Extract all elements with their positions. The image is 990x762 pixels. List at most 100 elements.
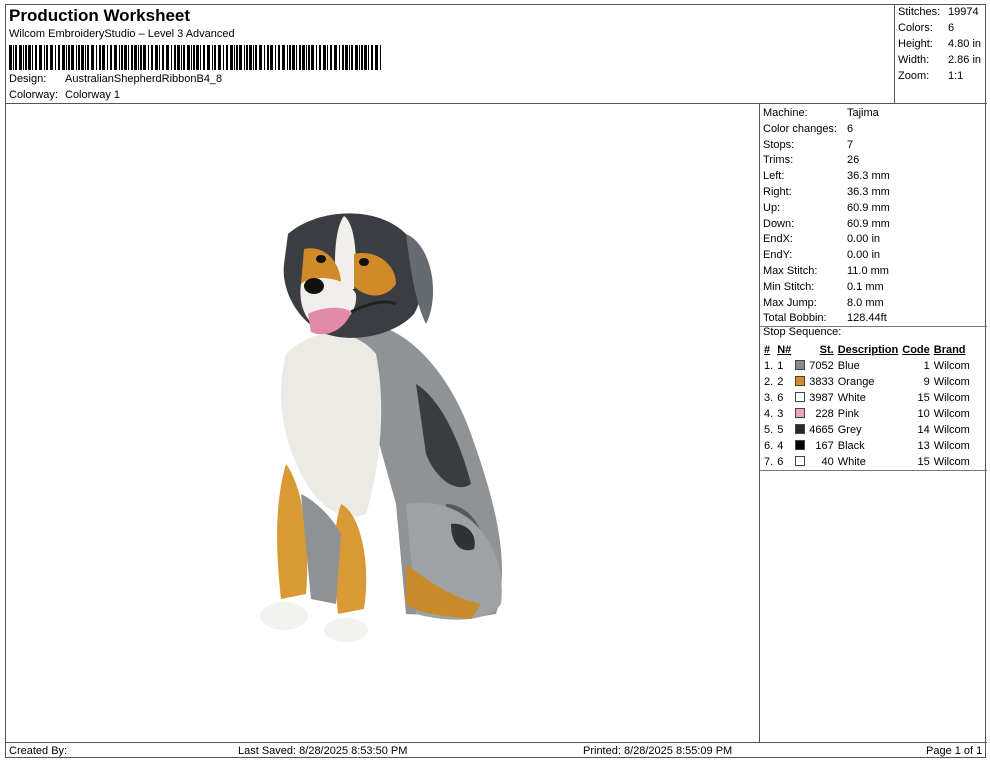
info-value: 0.00 in <box>847 249 881 262</box>
stat-height: Height: 4.80 in <box>898 38 981 50</box>
colorway-label: Colorway: <box>9 89 58 101</box>
info-label: Machine: <box>763 107 808 119</box>
row-brand: Wilcom <box>933 408 970 420</box>
row-num: 2. <box>764 376 774 388</box>
row-stitches: 40 <box>821 456 834 468</box>
row-description: Grey <box>837 424 862 436</box>
row-description: Black <box>837 440 865 452</box>
row-code: 15 <box>917 392 930 404</box>
colorway-name: Colorway 1 <box>65 89 121 101</box>
info-value: 11.0 mm <box>847 265 889 277</box>
info-value: 6 <box>847 122 854 135</box>
stat-label: Colors: <box>898 22 933 34</box>
info-label: Max Jump: <box>763 296 817 309</box>
table-row: 7. 6 40 White 15 Wilcom <box>762 454 972 470</box>
worksheet-footer: Created By: Last Saved: 8/28/2025 8:53:5… <box>6 742 987 759</box>
info-row: Left: 36.3 mm <box>763 168 890 184</box>
row-needle: 6 <box>777 392 784 404</box>
row-brand: Wilcom <box>933 456 970 468</box>
row-stitches: 7052 <box>809 360 834 372</box>
info-label: Right: <box>763 186 792 198</box>
row-stitches: 167 <box>815 440 834 452</box>
row-description: White <box>837 456 866 468</box>
col-needle: N# <box>777 344 792 356</box>
info-value: Tajima <box>847 107 879 119</box>
info-row: Total Bobbin: 128.44ft <box>763 310 887 326</box>
info-row: EndY: 0.00 in <box>763 247 880 263</box>
stat-value: 2.86 in <box>948 54 982 66</box>
info-row: Max Stitch: 11.0 mm <box>763 263 889 279</box>
row-num: 5. <box>764 424 774 436</box>
software-name: Wilcom EmbroideryStudio – Level 3 Advanc… <box>9 28 235 40</box>
table-header-row: # N# St. Description Code Brand <box>762 342 972 358</box>
row-description: Orange <box>837 376 875 388</box>
row-code: 10 <box>917 408 930 420</box>
info-label: Up: <box>763 201 781 214</box>
info-value: 36.3 mm <box>847 170 890 183</box>
table-row: 1. 1 7052 Blue 1 Wilcom <box>762 358 972 374</box>
row-num: 7. <box>764 456 774 468</box>
stop-sequence-title: Stop Sequence: <box>763 326 842 338</box>
color-swatch <box>793 438 807 454</box>
row-brand: Wilcom <box>933 424 970 436</box>
info-value: 36.3 mm <box>847 186 890 198</box>
last-saved: Last Saved: 8/28/2025 8:53:50 PM <box>238 745 408 757</box>
worksheet-header: Production Worksheet Wilcom EmbroiderySt… <box>6 5 895 104</box>
embroidery-design-image <box>260 213 502 642</box>
stat-width: Width: 2.86 in <box>898 54 981 66</box>
color-swatch <box>793 406 807 422</box>
info-value: 7 <box>847 138 854 151</box>
table-row: 3. 6 3987 White 15 Wilcom <box>762 390 972 406</box>
row-needle: 4 <box>777 440 784 452</box>
info-value: 60.9 mm <box>847 217 890 230</box>
color-swatch <box>793 454 807 470</box>
info-label: Left: <box>763 170 785 183</box>
info-value: 0.00 in <box>847 233 881 246</box>
design-preview <box>6 104 760 742</box>
page-number: Page 1 of 1 <box>926 745 983 757</box>
info-label: Total Bobbin: <box>763 312 827 325</box>
table-row: 2. 2 3833 Orange 9 Wilcom <box>762 374 972 390</box>
info-row: EndX: 0.00 in <box>763 231 880 247</box>
info-value: 8.0 mm <box>847 296 884 309</box>
row-stitches: 3833 <box>809 376 834 388</box>
col-brand: Brand <box>933 344 966 356</box>
info-row: Trims: 26 <box>763 152 859 168</box>
colorway-row: Colorway: Colorway 1 <box>9 89 120 101</box>
stat-value: 4.80 in <box>948 38 982 50</box>
info-row: Up: 60.9 mm <box>763 200 890 216</box>
row-description: Blue <box>837 360 860 372</box>
color-swatch <box>793 390 807 406</box>
color-swatch <box>793 358 807 374</box>
row-code: 15 <box>917 456 930 468</box>
col-stitches: St. <box>819 344 834 356</box>
section-divider <box>760 470 987 471</box>
design-stats: Stitches: 19974 Colors: 6 Height: 4.80 in W… <box>895 5 987 104</box>
info-row: Color changes: 6 <box>763 121 853 137</box>
printed-date: Printed: 8/28/2025 8:55:09 PM <box>583 745 733 757</box>
info-row: Min Stitch: 0.1 mm <box>763 279 884 295</box>
row-code: 1 <box>923 360 930 372</box>
row-num: 3. <box>764 392 774 404</box>
row-needle: 3 <box>777 408 784 420</box>
stat-label: Zoom: <box>898 70 930 82</box>
info-row: Max Jump: 8.0 mm <box>763 295 884 311</box>
color-swatch <box>793 422 807 438</box>
table-row: 5. 5 4665 Grey 14 Wilcom <box>762 422 972 438</box>
info-value: 60.9 mm <box>847 201 890 214</box>
row-stitches: 3987 <box>809 392 834 404</box>
stat-label: Width: <box>898 54 930 66</box>
col-description: Description <box>837 344 899 356</box>
row-code: 14 <box>917 424 930 436</box>
info-row: Right: 36.3 mm <box>763 184 890 200</box>
design-label: Design: <box>9 73 47 85</box>
info-row: Stops: 7 <box>763 137 853 153</box>
row-needle: 1 <box>777 360 784 372</box>
table-row: 6. 4 167 Black 13 Wilcom <box>762 438 972 454</box>
info-value: 0.1 mm <box>847 280 884 293</box>
color-swatch <box>793 374 807 390</box>
row-needle: 6 <box>777 456 784 468</box>
info-value: 26 <box>847 154 860 167</box>
design-row: Design: AustralianShepherdRibbonB4_8 <box>9 73 222 85</box>
row-brand: Wilcom <box>933 360 970 372</box>
